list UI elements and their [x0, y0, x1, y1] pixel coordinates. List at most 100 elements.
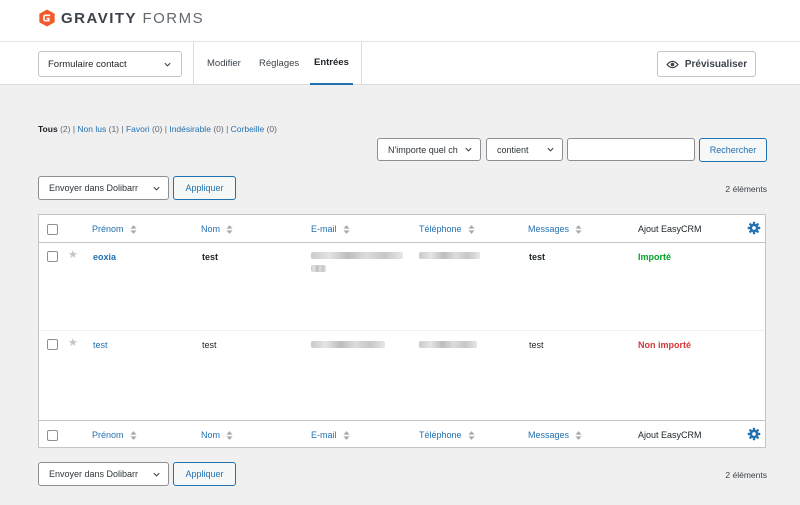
sort-icon [342, 224, 350, 234]
apply-button-bottom[interactable]: Appliquer [173, 462, 236, 486]
cell-nom: test [202, 252, 219, 262]
redacted-phone [419, 252, 480, 259]
bulk-action-value: Envoyer dans Dolibarr [49, 469, 139, 479]
entries-table: Prénom Nom E-mail Téléphone Messages Ajo… [38, 214, 766, 448]
filter-trash-count: (0) [266, 124, 277, 134]
select-all-checkbox[interactable] [47, 430, 58, 441]
filter-all-count: (2) [60, 124, 71, 134]
brand-name-bold: GRAVITY [61, 9, 137, 27]
sort-icon [226, 430, 233, 440]
column-label: Messages [528, 430, 570, 440]
chevron-down-icon [153, 186, 160, 191]
column-label: Prénom [92, 430, 124, 440]
status-filters: Tous (2) | Non lus (1) | Favori (0) | In… [38, 124, 277, 134]
sort-icon [575, 430, 582, 440]
eye-icon [666, 60, 679, 68]
search-input[interactable] [567, 138, 695, 161]
search-field-select[interactable]: N'importe quel ch [377, 138, 481, 161]
column-label: E-mail [311, 430, 337, 440]
brand-name: GRAVITY FORMS [61, 10, 204, 27]
column-label: Téléphone [419, 224, 462, 234]
preview-button[interactable]: Prévisualiser [657, 51, 756, 77]
filter-trash[interactable]: Corbeille [231, 124, 265, 134]
column-nom[interactable]: Nom [201, 430, 233, 440]
cell-messages: test [529, 340, 544, 350]
column-label: E-mail [311, 224, 337, 234]
column-nom[interactable]: Nom [201, 224, 233, 234]
filter-all[interactable]: Tous [38, 124, 58, 134]
filter-starred[interactable]: Favori [126, 124, 150, 134]
filter-separator: | [121, 124, 124, 134]
sort-icon [129, 430, 137, 440]
redacted-email [311, 252, 403, 259]
column-label: Prénom [92, 224, 124, 234]
chevron-down-icon [547, 147, 554, 152]
search-operator-value: contient [497, 144, 529, 155]
gear-icon[interactable] [747, 221, 761, 235]
gravity-forms-logo[interactable]: GRAVITY FORMS [38, 9, 204, 27]
star-icon[interactable]: ★ [68, 336, 78, 349]
cell-messages: test [529, 252, 546, 262]
sort-icon [467, 224, 475, 234]
search-operator-select[interactable]: contient [486, 138, 563, 161]
tab-modifier[interactable]: Modifier [207, 42, 241, 85]
filter-separator: | [164, 124, 167, 134]
status-not-imported: Non importé [638, 340, 691, 350]
filter-unread[interactable]: Non lus [77, 124, 106, 134]
table-footer: Prénom Nom E-mail Téléphone Messages Ajo… [39, 420, 765, 448]
search-field-value: N'importe quel ch [388, 144, 458, 155]
select-all-checkbox[interactable] [47, 224, 58, 235]
app-header: GRAVITY FORMS [0, 0, 800, 41]
search-button[interactable]: Rechercher [699, 138, 767, 162]
redacted-phone [419, 341, 477, 348]
column-messages[interactable]: Messages [528, 224, 582, 234]
sort-icon [129, 224, 137, 234]
star-icon[interactable]: ★ [68, 248, 78, 261]
filter-separator: | [72, 124, 76, 134]
column-messages[interactable]: Messages [528, 430, 582, 440]
status-imported: Importé [638, 252, 672, 262]
tab-reglages[interactable]: Réglages [259, 42, 299, 85]
column-label: Messages [528, 224, 570, 234]
brand-name-thin: FORMS [142, 9, 205, 27]
table-header: Prénom Nom E-mail Téléphone Messages Ajo… [39, 215, 765, 243]
column-prenom[interactable]: Prénom [92, 224, 137, 234]
chevron-down-icon [164, 62, 171, 67]
filter-starred-count: (0) [151, 124, 163, 134]
filter-unread-count: (1) [108, 124, 120, 134]
table-row: ★ eoxia test test Importé [39, 243, 765, 331]
items-count-bottom: 2 éléments [725, 470, 767, 480]
column-label: Nom [201, 430, 221, 440]
filter-spam[interactable]: Indésirable [169, 124, 211, 134]
redacted-email [311, 265, 326, 272]
divider [193, 42, 194, 85]
form-selector-value: Formulaire contact [48, 58, 127, 70]
redacted-email [311, 341, 385, 348]
apply-button-top[interactable]: Appliquer [173, 176, 236, 200]
cell-prenom[interactable]: test [93, 340, 108, 350]
column-email[interactable]: E-mail [311, 430, 350, 440]
column-label: Téléphone [419, 430, 462, 440]
sort-icon [226, 224, 233, 234]
cell-nom: test [202, 340, 217, 350]
form-selector[interactable]: Formulaire contact [38, 51, 182, 77]
column-telephone[interactable]: Téléphone [419, 224, 475, 234]
chevron-down-icon [465, 147, 472, 152]
gravity-logo-icon [39, 9, 55, 27]
column-label: Nom [201, 224, 221, 234]
sort-icon [467, 430, 475, 440]
row-checkbox[interactable] [47, 339, 58, 350]
bulk-action-select-bottom[interactable]: Envoyer dans Dolibarr [38, 462, 169, 486]
form-toolbar: Formulaire contact Modifier Réglages Ent… [0, 41, 800, 85]
items-count-top: 2 éléments [725, 184, 767, 194]
filter-spam-count: (0) [213, 124, 224, 134]
tab-entrees[interactable]: Entrées [310, 42, 353, 85]
bulk-action-select-top[interactable]: Envoyer dans Dolibarr [38, 176, 169, 200]
cell-prenom[interactable]: eoxia [93, 252, 116, 262]
column-telephone[interactable]: Téléphone [419, 430, 475, 440]
column-prenom[interactable]: Prénom [92, 430, 137, 440]
gear-icon[interactable] [747, 427, 761, 441]
sort-icon [342, 430, 350, 440]
row-checkbox[interactable] [47, 251, 58, 262]
column-email[interactable]: E-mail [311, 224, 350, 234]
